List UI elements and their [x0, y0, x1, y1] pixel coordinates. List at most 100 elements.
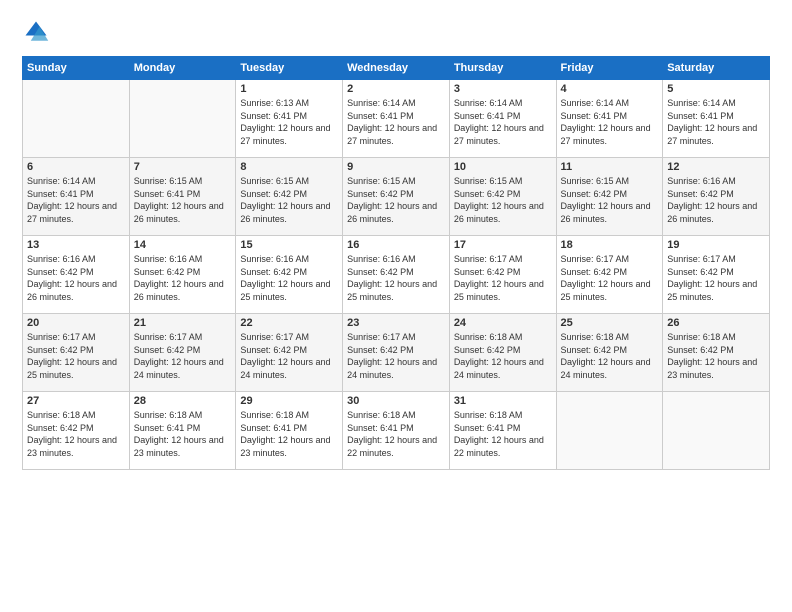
day-cell: 1Sunrise: 6:13 AM Sunset: 6:41 PM Daylig…	[236, 80, 343, 158]
day-number: 18	[561, 239, 659, 251]
header-row: SundayMondayTuesdayWednesdayThursdayFrid…	[23, 57, 770, 80]
day-number: 26	[667, 317, 765, 329]
day-number: 15	[240, 239, 338, 251]
day-number: 21	[134, 317, 232, 329]
day-number: 17	[454, 239, 552, 251]
day-number: 16	[347, 239, 445, 251]
day-number: 3	[454, 83, 552, 95]
day-cell: 30 Sunrise: 6:18 AM Sunset: 6:41 PM Dayli…	[343, 392, 450, 470]
day-info: Sunrise: 6:16 AM Sunset: 6:42 PM Dayligh…	[347, 253, 445, 303]
day-number: 6	[27, 161, 125, 173]
day-number: 14	[134, 239, 232, 251]
day-header-sunday: Sunday	[23, 57, 130, 80]
day-cell: 6 Sunrise: 6:14 AM Sunset: 6:41 PM Daylig…	[23, 158, 130, 236]
day-cell: 18 Sunrise: 6:17 AM Sunset: 6:42 PM Dayli…	[556, 236, 663, 314]
day-cell: 3 Sunrise: 6:14 AM Sunset: 6:41 PM Daylig…	[449, 80, 556, 158]
day-number: 19	[667, 239, 765, 251]
day-header-monday: Monday	[129, 57, 236, 80]
day-cell: 17 Sunrise: 6:17 AM Sunset: 6:42 PM Dayli…	[449, 236, 556, 314]
day-cell: 26 Sunrise: 6:18 AM Sunset: 6:42 PM Dayli…	[663, 314, 770, 392]
day-info: Sunrise: 6:17 AM Sunset: 6:42 PM Dayligh…	[134, 331, 232, 381]
day-cell: 14 Sunrise: 6:16 AM Sunset: 6:42 PM Dayli…	[129, 236, 236, 314]
day-info: Sunrise: 6:16 AM Sunset: 6:42 PM Dayligh…	[667, 175, 765, 225]
day-number: 22	[240, 317, 338, 329]
day-info: Sunrise: 6:17 AM Sunset: 6:42 PM Dayligh…	[454, 253, 552, 303]
day-number: 11	[561, 161, 659, 173]
day-info: Sunrise: 6:18 AM Sunset: 6:42 PM Dayligh…	[27, 409, 125, 459]
day-number: 9	[347, 161, 445, 173]
day-info: Sunrise: 6:18 AM Sunset: 6:42 PM Dayligh…	[667, 331, 765, 381]
week-row-4: 20 Sunrise: 6:17 AM Sunset: 6:42 PM Dayli…	[23, 314, 770, 392]
day-header-thursday: Thursday	[449, 57, 556, 80]
day-info: Sunrise: 6:16 AM Sunset: 6:42 PM Dayligh…	[134, 253, 232, 303]
day-cell: 28 Sunrise: 6:18 AM Sunset: 6:41 PM Dayli…	[129, 392, 236, 470]
day-number: 10	[454, 161, 552, 173]
day-cell: 31Sunrise: 6:18 AM Sunset: 6:41 PM Dayli…	[449, 392, 556, 470]
day-cell: 20 Sunrise: 6:17 AM Sunset: 6:42 PM Dayli…	[23, 314, 130, 392]
day-number: 2	[347, 83, 445, 95]
week-row-2: 6 Sunrise: 6:14 AM Sunset: 6:41 PM Daylig…	[23, 158, 770, 236]
day-info: Sunrise: 6:16 AM Sunset: 6:42 PM Dayligh…	[27, 253, 125, 303]
day-number: 20	[27, 317, 125, 329]
day-cell: 29 Sunrise: 6:18 AM Sunset: 6:41 PM Dayli…	[236, 392, 343, 470]
day-info: Sunrise: 6:17 AM Sunset: 6:42 PM Dayligh…	[240, 331, 338, 381]
day-cell: 7 Sunrise: 6:15 AM Sunset: 6:41 PM Daylig…	[129, 158, 236, 236]
day-cell: 8 Sunrise: 6:15 AM Sunset: 6:42 PM Daylig…	[236, 158, 343, 236]
day-number: 24	[454, 317, 552, 329]
day-cell	[663, 392, 770, 470]
day-info: Sunrise: 6:16 AM Sunset: 6:42 PM Dayligh…	[240, 253, 338, 303]
day-info: Sunrise: 6:17 AM Sunset: 6:42 PM Dayligh…	[561, 253, 659, 303]
week-row-3: 13Sunrise: 6:16 AM Sunset: 6:42 PM Dayli…	[23, 236, 770, 314]
day-info: Sunrise: 6:13 AM Sunset: 6:41 PM Dayligh…	[240, 97, 338, 147]
day-cell: 27 Sunrise: 6:18 AM Sunset: 6:42 PM Dayli…	[23, 392, 130, 470]
day-info: Sunrise: 6:14 AM Sunset: 6:41 PM Dayligh…	[667, 97, 765, 147]
day-info: Sunrise: 6:18 AM Sunset: 6:42 PM Dayligh…	[561, 331, 659, 381]
day-cell: 4Sunrise: 6:14 AM Sunset: 6:41 PM Daylig…	[556, 80, 663, 158]
day-cell	[23, 80, 130, 158]
day-cell: 24Sunrise: 6:18 AM Sunset: 6:42 PM Dayli…	[449, 314, 556, 392]
day-header-friday: Friday	[556, 57, 663, 80]
week-row-5: 27 Sunrise: 6:18 AM Sunset: 6:42 PM Dayli…	[23, 392, 770, 470]
day-number: 7	[134, 161, 232, 173]
day-number: 29	[240, 395, 338, 407]
day-number: 4	[561, 83, 659, 95]
day-info: Sunrise: 6:18 AM Sunset: 6:41 PM Dayligh…	[134, 409, 232, 459]
day-info: Sunrise: 6:17 AM Sunset: 6:42 PM Dayligh…	[667, 253, 765, 303]
day-info: Sunrise: 6:15 AM Sunset: 6:42 PM Dayligh…	[347, 175, 445, 225]
day-info: Sunrise: 6:18 AM Sunset: 6:41 PM Dayligh…	[347, 409, 445, 459]
day-info: Sunrise: 6:17 AM Sunset: 6:42 PM Dayligh…	[347, 331, 445, 381]
day-cell: 13Sunrise: 6:16 AM Sunset: 6:42 PM Dayli…	[23, 236, 130, 314]
logo-icon	[22, 18, 50, 46]
day-info: Sunrise: 6:15 AM Sunset: 6:42 PM Dayligh…	[240, 175, 338, 225]
day-info: Sunrise: 6:14 AM Sunset: 6:41 PM Dayligh…	[27, 175, 125, 225]
day-cell: 21 Sunrise: 6:17 AM Sunset: 6:42 PM Dayli…	[129, 314, 236, 392]
day-number: 30	[347, 395, 445, 407]
day-cell: 15 Sunrise: 6:16 AM Sunset: 6:42 PM Dayli…	[236, 236, 343, 314]
day-number: 23	[347, 317, 445, 329]
day-cell: 25 Sunrise: 6:18 AM Sunset: 6:42 PM Dayli…	[556, 314, 663, 392]
day-cell: 5 Sunrise: 6:14 AM Sunset: 6:41 PM Daylig…	[663, 80, 770, 158]
page: SundayMondayTuesdayWednesdayThursdayFrid…	[0, 0, 792, 612]
day-number: 28	[134, 395, 232, 407]
day-number: 25	[561, 317, 659, 329]
day-cell: 2 Sunrise: 6:14 AM Sunset: 6:41 PM Daylig…	[343, 80, 450, 158]
calendar-table: SundayMondayTuesdayWednesdayThursdayFrid…	[22, 56, 770, 470]
day-cell: 19 Sunrise: 6:17 AM Sunset: 6:42 PM Dayli…	[663, 236, 770, 314]
day-info: Sunrise: 6:15 AM Sunset: 6:41 PM Dayligh…	[134, 175, 232, 225]
header	[22, 18, 770, 46]
day-header-saturday: Saturday	[663, 57, 770, 80]
day-cell: 16 Sunrise: 6:16 AM Sunset: 6:42 PM Dayli…	[343, 236, 450, 314]
day-info: Sunrise: 6:17 AM Sunset: 6:42 PM Dayligh…	[27, 331, 125, 381]
day-number: 27	[27, 395, 125, 407]
day-header-wednesday: Wednesday	[343, 57, 450, 80]
day-cell: 10 Sunrise: 6:15 AM Sunset: 6:42 PM Dayli…	[449, 158, 556, 236]
day-info: Sunrise: 6:15 AM Sunset: 6:42 PM Dayligh…	[454, 175, 552, 225]
day-number: 8	[240, 161, 338, 173]
day-cell: 9 Sunrise: 6:15 AM Sunset: 6:42 PM Daylig…	[343, 158, 450, 236]
day-info: Sunrise: 6:14 AM Sunset: 6:41 PM Dayligh…	[454, 97, 552, 147]
day-info: Sunrise: 6:18 AM Sunset: 6:41 PM Dayligh…	[240, 409, 338, 459]
day-cell: 22 Sunrise: 6:17 AM Sunset: 6:42 PM Dayli…	[236, 314, 343, 392]
day-info: Sunrise: 6:14 AM Sunset: 6:41 PM Dayligh…	[347, 97, 445, 147]
day-number: 5	[667, 83, 765, 95]
day-info: Sunrise: 6:15 AM Sunset: 6:42 PM Dayligh…	[561, 175, 659, 225]
